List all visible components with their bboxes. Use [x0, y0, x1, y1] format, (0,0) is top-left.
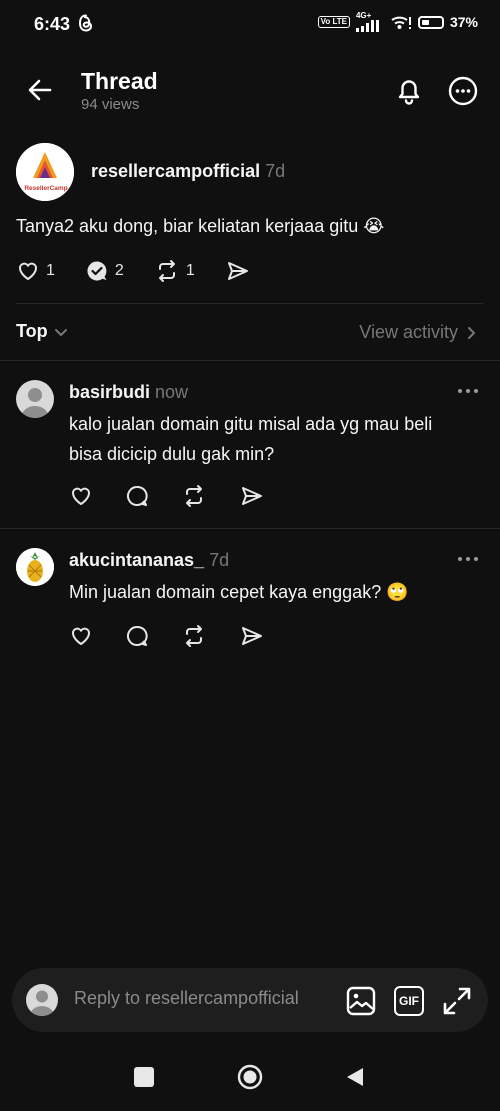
home-button[interactable]	[237, 1064, 263, 1090]
expand-button[interactable]	[442, 986, 472, 1016]
reply-avatar[interactable]	[16, 380, 54, 418]
view-activity-label: View activity	[359, 322, 458, 342]
home-circle-icon	[237, 1064, 263, 1090]
post-actions: 1 2 1	[16, 259, 281, 283]
reply-text: kalo jualan domain gitu misal ada yg mau…	[69, 409, 489, 469]
reply-text-line: kalo jualan domain gitu misal ada yg mau…	[69, 414, 433, 434]
divider	[0, 360, 500, 361]
share-button[interactable]	[225, 259, 251, 283]
reply-actions	[69, 624, 265, 648]
reply-count: 2	[114, 262, 124, 279]
bell-icon	[398, 80, 420, 105]
reply-text-line: bisa dicicip dulu gak min?	[69, 444, 275, 464]
current-user-avatar	[26, 984, 58, 1016]
reply-actions	[69, 484, 265, 508]
logo-wordmark: ResellerCamp	[24, 185, 68, 192]
page-title: Thread	[81, 68, 158, 94]
post-author-avatar[interactable]	[16, 143, 74, 201]
heart-icon[interactable]	[69, 484, 93, 508]
arrow-left-icon	[28, 79, 52, 101]
chevron-down-icon	[54, 328, 67, 336]
sort-label: Top	[16, 321, 48, 341]
send-icon[interactable]	[239, 484, 265, 508]
reply-more-button[interactable]	[457, 555, 479, 563]
system-back-button[interactable]	[345, 1066, 365, 1088]
view-activity-link[interactable]: View activity	[359, 322, 476, 343]
post-username-label: resellercampofficial	[91, 161, 261, 181]
post-text: Tanya2 aku dong, biar keliatan kerjaaa g…	[16, 216, 385, 236]
back-button[interactable]	[24, 74, 56, 106]
reply-time: 7d	[209, 550, 230, 570]
reply-button[interactable]: 2	[85, 259, 124, 283]
triangle-back-icon	[347, 1068, 363, 1086]
view-count: 94 views	[81, 96, 140, 113]
comment-icon[interactable]	[125, 484, 149, 508]
heart-icon	[18, 262, 38, 280]
default-avatar-icon	[26, 984, 58, 1016]
status-time: 6:43	[34, 14, 71, 34]
wifi-icon	[390, 14, 412, 30]
pineapple-icon	[16, 548, 54, 586]
reply-avatar[interactable]	[16, 548, 54, 586]
chevron-right-icon	[468, 326, 475, 339]
heart-icon[interactable]	[69, 624, 93, 648]
reply-author[interactable]: akucintananas_ 7d	[69, 550, 229, 571]
more-horizontal-icon	[458, 557, 478, 561]
more-horizontal-icon	[458, 389, 478, 393]
repost-icon[interactable]	[181, 484, 207, 508]
status-indicators: Vo LTE 4G+ 37%	[317, 11, 478, 32]
like-count: 1	[46, 262, 55, 279]
default-avatar-icon	[16, 380, 54, 418]
gif-button[interactable]: GIF	[394, 986, 424, 1016]
more-options-button[interactable]	[446, 74, 480, 108]
send-icon	[227, 262, 248, 280]
more-circle-icon	[448, 76, 478, 106]
divider	[0, 528, 500, 529]
repost-button[interactable]: 1	[154, 259, 195, 283]
reply-check-icon	[87, 261, 107, 281]
post-author-name[interactable]: resellercampofficial 7d	[91, 161, 285, 182]
threads-notification-icon	[78, 14, 94, 32]
resellercamp-logo-icon	[16, 143, 74, 201]
repost-count: 1	[185, 262, 195, 279]
post-time: 7d	[265, 161, 286, 181]
network-type-label: 4G+	[355, 11, 372, 20]
signal-icon: 4G+	[355, 11, 384, 32]
like-button[interactable]: 1	[16, 259, 55, 283]
gif-label: GIF	[399, 994, 419, 1008]
reply-more-button[interactable]	[457, 387, 479, 395]
repost-icon	[158, 260, 175, 282]
reply-time: now	[155, 382, 189, 402]
reply-text: Min jualan domain cepet kaya enggak? 🙄	[69, 577, 489, 607]
send-icon[interactable]	[239, 624, 265, 648]
battery-icon	[417, 15, 444, 29]
volte-icon: Vo LTE	[317, 16, 350, 28]
image-attach-button[interactable]	[346, 986, 376, 1016]
reply-input[interactable]	[74, 988, 334, 1009]
reply-username: basirbudi	[69, 382, 151, 402]
comment-icon[interactable]	[125, 624, 149, 648]
reply-author[interactable]: basirbudi now	[69, 382, 188, 403]
divider	[16, 303, 484, 304]
reply-username: akucintananas_	[69, 550, 205, 570]
expand-icon	[443, 987, 471, 1015]
reply-text-line: Min jualan domain cepet kaya enggak? 🙄	[69, 582, 409, 602]
recent-apps-button[interactable]	[134, 1067, 154, 1087]
sort-dropdown[interactable]: Top	[16, 321, 68, 342]
notifications-button[interactable]	[392, 74, 426, 108]
image-icon	[346, 986, 376, 1016]
repost-icon[interactable]	[181, 624, 207, 648]
battery-percent: 37%	[449, 14, 478, 30]
